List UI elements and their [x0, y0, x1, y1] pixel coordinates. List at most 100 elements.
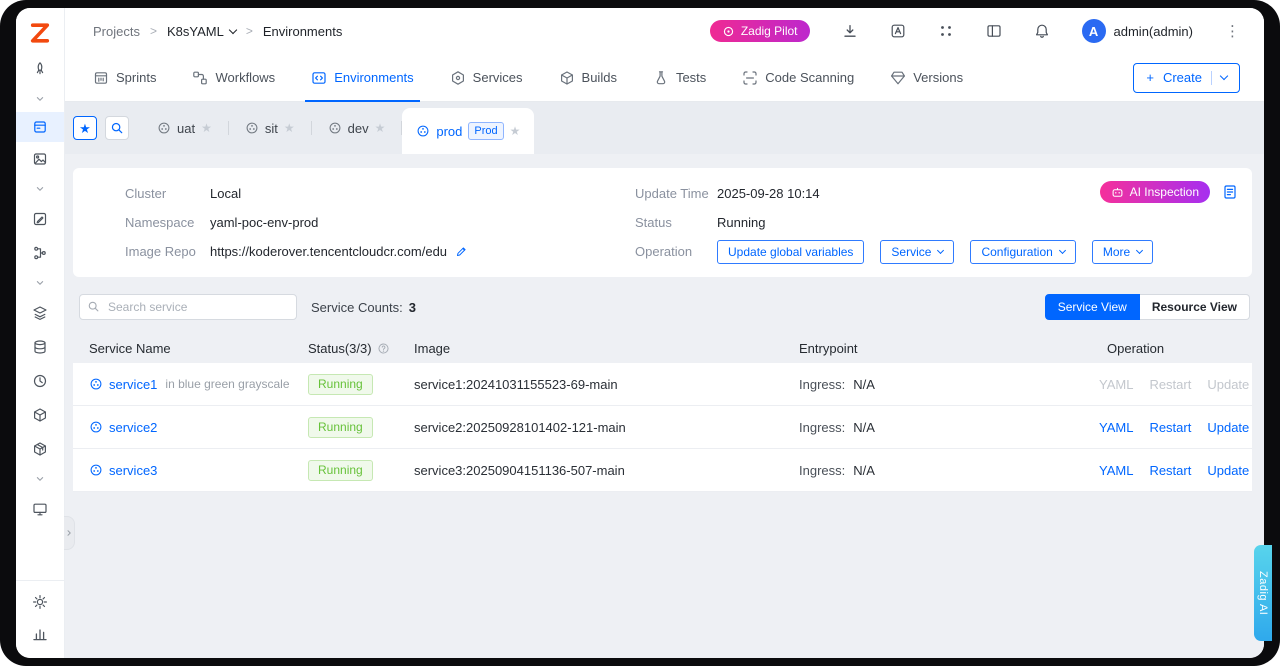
bar-chart-icon[interactable]	[16, 618, 64, 650]
cluster-label: Cluster	[125, 186, 167, 201]
translate-icon[interactable]	[890, 23, 906, 39]
box-icon[interactable]	[16, 398, 64, 432]
update-link[interactable]: Update	[1207, 463, 1249, 478]
service-counts: Service Counts: 3	[311, 300, 416, 315]
service-name-link[interactable]: service2	[109, 420, 157, 435]
service-dropdown-button[interactable]: Service	[880, 239, 955, 264]
resource-view-button[interactable]: Resource View	[1139, 294, 1250, 320]
edit-pencil-icon[interactable]	[455, 245, 468, 258]
favorite-star-icon[interactable]: ★	[201, 121, 212, 135]
tab-environments[interactable]: Environments	[305, 54, 421, 102]
chevron-down-icon	[1058, 246, 1066, 254]
sidebar-item-environments[interactable]	[16, 112, 64, 142]
document-log-icon[interactable]	[1222, 184, 1238, 200]
view-toggle: Service View Resource View	[1044, 294, 1250, 320]
env-tab-label: prod	[436, 123, 463, 139]
service-view-button[interactable]: Service View	[1044, 294, 1140, 320]
tab-label: Code Scanning	[765, 70, 855, 85]
tab-tests[interactable]: Tests	[653, 54, 706, 101]
ai-robot-icon	[1111, 186, 1124, 199]
restart-link[interactable]: Restart	[1149, 463, 1191, 478]
chevron-down-icon[interactable]	[16, 176, 64, 202]
ingress-value: N/A	[853, 462, 875, 478]
namespace-value: yaml-poc-env-prod	[210, 215, 319, 230]
service-name-link[interactable]: service3	[109, 463, 157, 478]
breadcrumb-project-dropdown[interactable]: K8sYAML	[167, 24, 238, 39]
tests-icon	[653, 70, 669, 86]
service-name-link[interactable]: service1	[109, 377, 157, 392]
service-circle-icon	[89, 420, 103, 434]
row-operations: YAML Restart Update Version history	[1099, 463, 1264, 478]
user-menu[interactable]: A admin(admin)	[1081, 19, 1193, 43]
favorite-star-icon[interactable]: ★	[510, 124, 521, 138]
layers-icon[interactable]	[16, 296, 64, 330]
yaml-link[interactable]: YAML	[1099, 463, 1133, 478]
sidebar	[16, 8, 75, 658]
env-tab-uat[interactable]: uat ★	[141, 102, 228, 154]
edit-square-icon[interactable]	[16, 202, 64, 236]
app-window: Projects > K8sYAML > Environments Zadig …	[16, 8, 1264, 658]
help-circle-icon[interactable]	[377, 342, 390, 355]
sidebar-collapse-handle[interactable]	[64, 516, 75, 550]
chevron-down-icon[interactable]	[16, 270, 64, 296]
update-link[interactable]: Update	[1207, 420, 1249, 435]
service-circle-icon	[89, 377, 103, 391]
tab-label: Builds	[581, 70, 617, 85]
chevron-down-icon	[937, 246, 945, 254]
ingress-label: Ingress:	[799, 462, 846, 478]
sidebar-nav	[16, 52, 64, 526]
env-search-button[interactable]	[105, 116, 129, 140]
username: admin(admin)	[1113, 23, 1193, 39]
yaml-link[interactable]: YAML	[1099, 420, 1133, 435]
chevron-down-icon[interactable]	[16, 466, 64, 492]
kebab-menu-icon[interactable]: ⋮	[1225, 22, 1240, 40]
zadig-pilot-button[interactable]: Zadig Pilot	[709, 20, 810, 42]
ai-inspection-button[interactable]: AI Inspection	[1099, 181, 1210, 203]
restart-link[interactable]: Restart	[1149, 420, 1191, 435]
create-button[interactable]: + Create	[1133, 62, 1240, 93]
env-tab-sit[interactable]: sit ★	[229, 102, 311, 154]
download-icon[interactable]	[842, 23, 858, 39]
col-status: Status(3/3)	[308, 340, 372, 356]
clock-icon[interactable]	[16, 364, 64, 398]
monitor-icon[interactable]	[16, 492, 64, 526]
star-icon: ★	[79, 120, 91, 136]
database-icon[interactable]	[16, 330, 64, 364]
package-icon[interactable]	[16, 432, 64, 466]
notification-bell-icon[interactable]	[1034, 23, 1050, 39]
button-divider	[1211, 70, 1212, 85]
update-global-variables-button[interactable]: Update global variables	[717, 239, 865, 264]
tab-label: Workflows	[215, 70, 276, 85]
favorite-star-icon[interactable]: ★	[284, 121, 295, 135]
tab-sprints[interactable]: Sprints	[93, 54, 156, 101]
chevron-down-icon[interactable]	[16, 86, 64, 112]
apps-grid-icon[interactable]	[938, 23, 954, 39]
pipeline-icon[interactable]	[16, 236, 64, 270]
search-service-input[interactable]	[79, 294, 297, 320]
favorite-star-icon[interactable]: ★	[375, 121, 386, 135]
more-dropdown-button[interactable]: More	[1091, 239, 1154, 264]
avatar: A	[1081, 19, 1106, 43]
tab-services[interactable]: Services	[450, 54, 523, 101]
tab-code-scanning[interactable]: Code Scanning	[742, 54, 854, 101]
rocket-icon[interactable]	[16, 52, 64, 86]
sprints-icon	[93, 70, 109, 86]
breadcrumb-projects[interactable]: Projects	[93, 24, 140, 39]
zadig-ai-label: Zadig AI	[1257, 570, 1269, 616]
tab-workflows[interactable]: Workflows	[192, 54, 275, 101]
col-entrypoint: Entrypoint	[799, 340, 858, 356]
tab-versions[interactable]: Versions	[890, 54, 963, 101]
table-header: Service Name Status(3/3) Image Entrypoin…	[73, 333, 1252, 363]
environment-circle-icon	[328, 121, 342, 135]
zadig-logo-icon	[27, 20, 53, 46]
env-tab-dev[interactable]: dev ★	[312, 102, 402, 154]
zadig-ai-side-tab[interactable]: Zadig AI	[1254, 545, 1272, 641]
layout-panel-icon[interactable]	[986, 23, 1002, 39]
favorite-filter-button[interactable]: ★	[73, 116, 97, 140]
gallery-icon[interactable]	[16, 142, 64, 176]
tab-builds[interactable]: Builds	[559, 54, 617, 101]
env-tab-prod[interactable]: prod Prod ★	[402, 108, 535, 154]
image-value: service2:20250928101402-121-main	[414, 419, 626, 435]
configuration-dropdown-button[interactable]: Configuration	[970, 239, 1076, 264]
settings-gear-icon[interactable]	[16, 586, 64, 618]
